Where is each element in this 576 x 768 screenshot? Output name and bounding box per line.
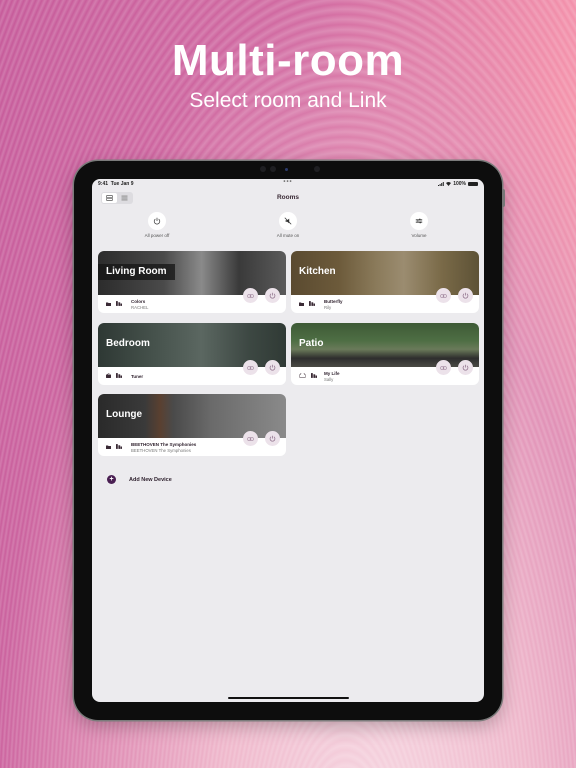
- room-card-patio[interactable]: Patio My Life Sally: [291, 323, 479, 385]
- room-name: Living Room: [98, 264, 175, 280]
- track-artist: Sally: [324, 377, 334, 382]
- folder-icon: [106, 302, 111, 306]
- track-artist: BEETHOVEN The Symphonies: [131, 448, 191, 453]
- link-icon: [247, 365, 254, 370]
- page-title: Rooms: [276, 194, 300, 201]
- track-title: My Life: [324, 371, 340, 376]
- room-name: Patio: [299, 338, 324, 349]
- cloud-icon: [299, 373, 306, 378]
- speaker-group-icon: [116, 301, 122, 306]
- folder-icon: [299, 302, 304, 306]
- track-artist: RACHEL: [131, 305, 149, 310]
- room-name: Kitchen: [299, 266, 336, 277]
- power-button[interactable]: [265, 431, 280, 446]
- room-name: Bedroom: [106, 338, 150, 349]
- app-screen: 9:41 Tue Jan 9 ••• 100% Rooms All power …: [92, 179, 484, 702]
- power-icon: [462, 364, 469, 371]
- power-icon: [269, 435, 276, 442]
- link-icon: [247, 436, 254, 441]
- source-icons: [299, 301, 315, 306]
- all-power-off-action: All power off: [127, 212, 187, 238]
- now-playing: Butterfly Rily: [324, 299, 343, 310]
- plus-circle-icon: +: [107, 475, 116, 484]
- track-title: BEETHOVEN The Symphonies: [131, 442, 197, 447]
- source-icons: [299, 373, 317, 378]
- battery-percent: 100%: [453, 181, 466, 187]
- all-mute-on-action: All mute on: [258, 212, 318, 238]
- link-icon: [440, 365, 447, 370]
- battery-icon: [468, 182, 478, 186]
- multitasking-dots-icon[interactable]: •••: [283, 179, 292, 185]
- speaker-group-icon: [311, 373, 317, 378]
- power-icon: [153, 217, 161, 225]
- home-indicator[interactable]: [228, 697, 349, 699]
- camera-lens: [285, 168, 288, 171]
- power-icon: [269, 364, 276, 371]
- power-button[interactable]: [458, 288, 473, 303]
- room-card-kitchen[interactable]: Kitchen Butterfly Rily: [291, 251, 479, 313]
- mute-icon: [284, 217, 292, 225]
- camera-dot: [314, 166, 320, 172]
- link-icon: [440, 293, 447, 298]
- room-name: Lounge: [106, 409, 143, 420]
- status-time-date: 9:41 Tue Jan 9: [98, 181, 134, 187]
- status-date: Tue Jan 9: [110, 181, 134, 187]
- speaker-group-icon: [116, 373, 122, 378]
- hero-subtitle: Select room and Link: [189, 89, 387, 112]
- wifi-icon: [446, 182, 452, 186]
- status-indicators: 100%: [438, 181, 478, 187]
- volume-button[interactable]: [410, 212, 428, 230]
- link-icon: [247, 293, 254, 298]
- hero-title: Multi-room: [171, 36, 405, 85]
- room-card-lounge[interactable]: Lounge BEETHOVEN The Symphonies BEETHOVE…: [98, 394, 286, 456]
- link-button[interactable]: [436, 288, 451, 303]
- speaker-group-icon: [309, 301, 315, 306]
- add-new-device-label: Add New Device: [129, 476, 172, 483]
- now-playing: Tuner: [131, 374, 143, 379]
- source-icons: [106, 444, 122, 449]
- source-icons: [106, 301, 122, 306]
- status-bar: 9:41 Tue Jan 9 ••• 100%: [98, 179, 478, 189]
- track-title: Butterfly: [324, 299, 343, 304]
- track-artist: Rily: [324, 305, 332, 310]
- source-icons: [106, 373, 122, 378]
- now-playing: Colors RACHEL: [131, 299, 148, 310]
- now-playing: BEETHOVEN The Symphonies BEETHOVEN The S…: [131, 442, 196, 453]
- folder-icon: [106, 445, 111, 449]
- speaker-group-icon: [116, 444, 122, 449]
- volume-sliders-icon: [415, 218, 423, 224]
- power-button[interactable]: [265, 288, 280, 303]
- room-card-bedroom[interactable]: Bedroom Tuner: [98, 323, 286, 385]
- signal-icon: [438, 182, 445, 186]
- all-power-off-button[interactable]: [148, 212, 166, 230]
- status-time: 9:41: [98, 181, 109, 187]
- power-button[interactable]: [458, 360, 473, 375]
- power-icon: [462, 292, 469, 299]
- radio-icon: [106, 373, 111, 378]
- power-icon: [269, 292, 276, 299]
- add-new-device-button[interactable]: + Add New Device: [107, 475, 172, 484]
- link-button[interactable]: [243, 288, 258, 303]
- tablet-frame: 9:41 Tue Jan 9 ••• 100% Rooms All power …: [74, 161, 505, 720]
- link-button[interactable]: [436, 360, 451, 375]
- track-title: Colors: [131, 299, 146, 304]
- volume-action: Volume: [389, 212, 449, 238]
- now-playing: My Life Sally: [324, 371, 340, 382]
- camera-dot: [270, 166, 276, 172]
- power-button[interactable]: [265, 360, 280, 375]
- side-button: [502, 189, 505, 207]
- all-mute-on-label: All mute on: [276, 233, 300, 238]
- camera-dot: [260, 166, 266, 172]
- track-title: Tuner: [131, 374, 144, 379]
- volume-label: Volume: [411, 233, 427, 238]
- all-power-off-label: All power off: [144, 233, 170, 238]
- room-card-living-room[interactable]: Living Room Colors RACHEL: [98, 251, 286, 313]
- link-button[interactable]: [243, 431, 258, 446]
- link-button[interactable]: [243, 360, 258, 375]
- all-mute-on-button[interactable]: [279, 212, 297, 230]
